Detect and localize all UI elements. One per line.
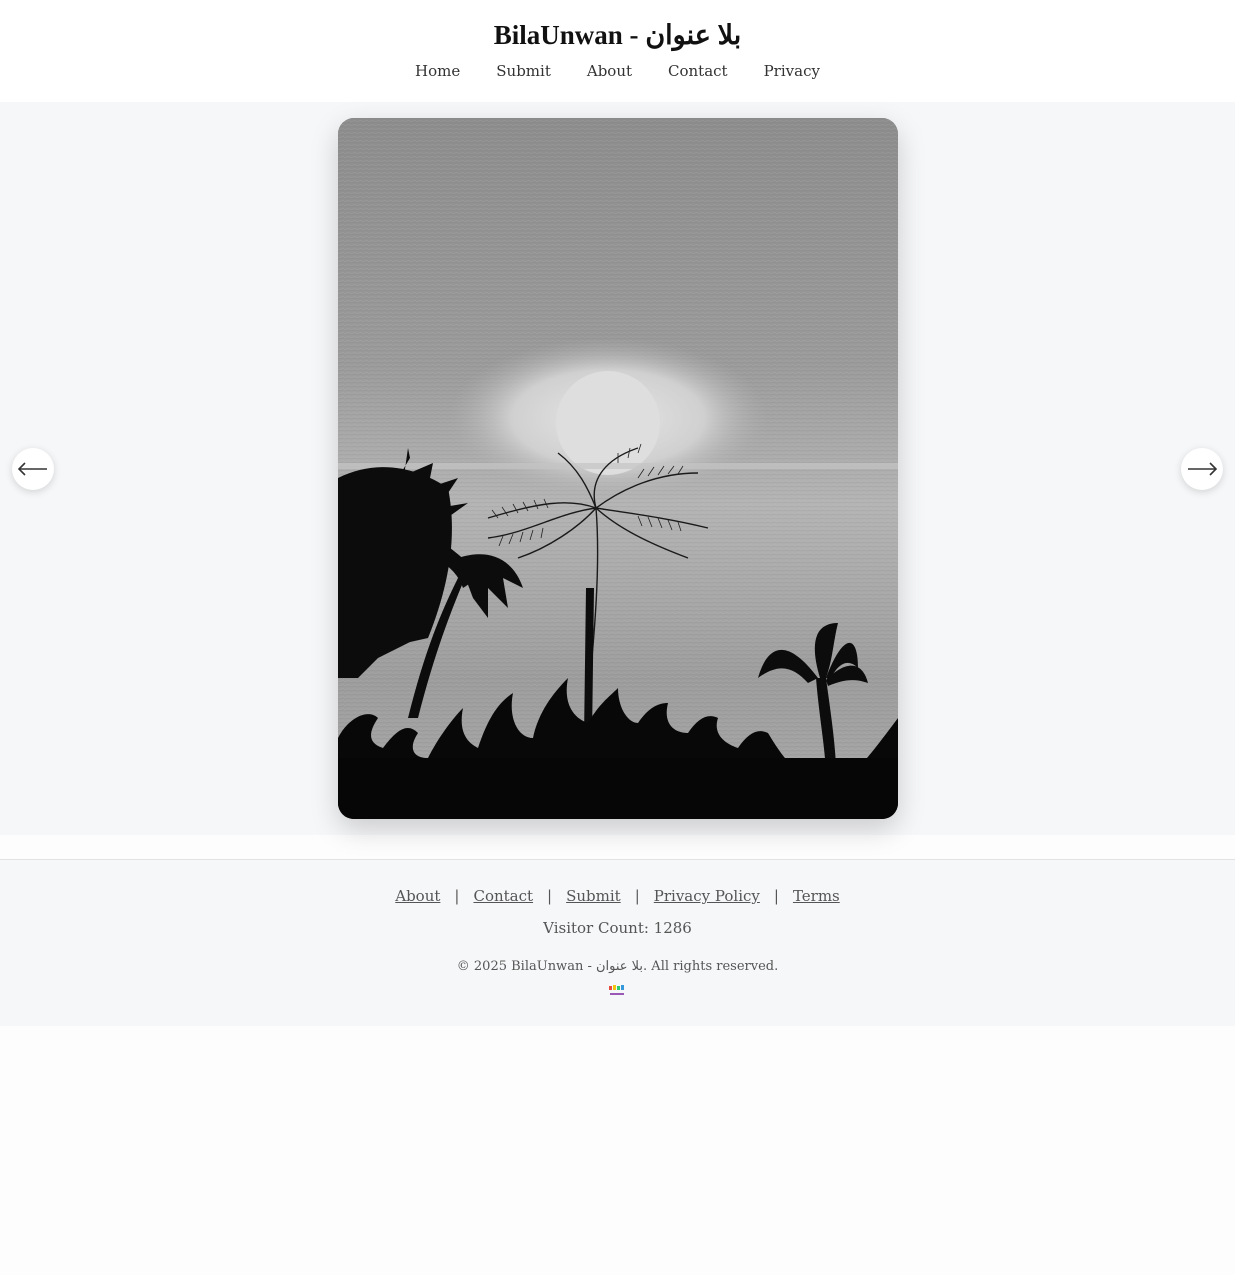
next-button[interactable] bbox=[1181, 448, 1223, 490]
nav-contact[interactable]: Contact bbox=[668, 62, 728, 80]
footer-separator: | bbox=[454, 887, 460, 905]
artwork-carousel bbox=[0, 102, 1235, 835]
nav-submit[interactable]: Submit bbox=[496, 62, 551, 80]
footer-link-about[interactable]: About bbox=[395, 887, 440, 905]
artwork-image[interactable] bbox=[338, 118, 898, 819]
site-title[interactable]: BilaUnwan - بلا عنوان bbox=[0, 20, 1235, 51]
site-logo-icon bbox=[609, 985, 624, 995]
footer-link-contact[interactable]: Contact bbox=[473, 887, 533, 905]
palm-sunset-sketch bbox=[338, 118, 898, 819]
arrow-left-icon bbox=[17, 462, 47, 476]
footer-separator: | bbox=[634, 887, 640, 905]
main-nav: Home Submit About Contact Privacy bbox=[0, 62, 1235, 80]
site-footer: About | Contact | Submit | Privacy Polic… bbox=[0, 859, 1235, 1026]
nav-privacy[interactable]: Privacy bbox=[764, 62, 820, 80]
copyright-text: © 2025 BilaUnwan - بلا عنوان. All rights… bbox=[456, 959, 779, 974]
footer-link-terms[interactable]: Terms bbox=[793, 887, 840, 905]
site-header: BilaUnwan - بلا عنوان Home Submit About … bbox=[0, 0, 1235, 102]
arrow-right-icon bbox=[1188, 462, 1218, 476]
footer-links: About | Contact | Submit | Privacy Polic… bbox=[0, 887, 1235, 905]
footer-separator: | bbox=[547, 887, 553, 905]
footer-link-privacy-policy[interactable]: Privacy Policy bbox=[654, 887, 760, 905]
visitor-count: Visitor Count: 1286 bbox=[543, 919, 692, 937]
prev-button[interactable] bbox=[12, 448, 54, 490]
nav-home[interactable]: Home bbox=[415, 62, 460, 80]
footer-link-submit[interactable]: Submit bbox=[566, 887, 621, 905]
nav-about[interactable]: About bbox=[587, 62, 632, 80]
footer-separator: | bbox=[773, 887, 779, 905]
